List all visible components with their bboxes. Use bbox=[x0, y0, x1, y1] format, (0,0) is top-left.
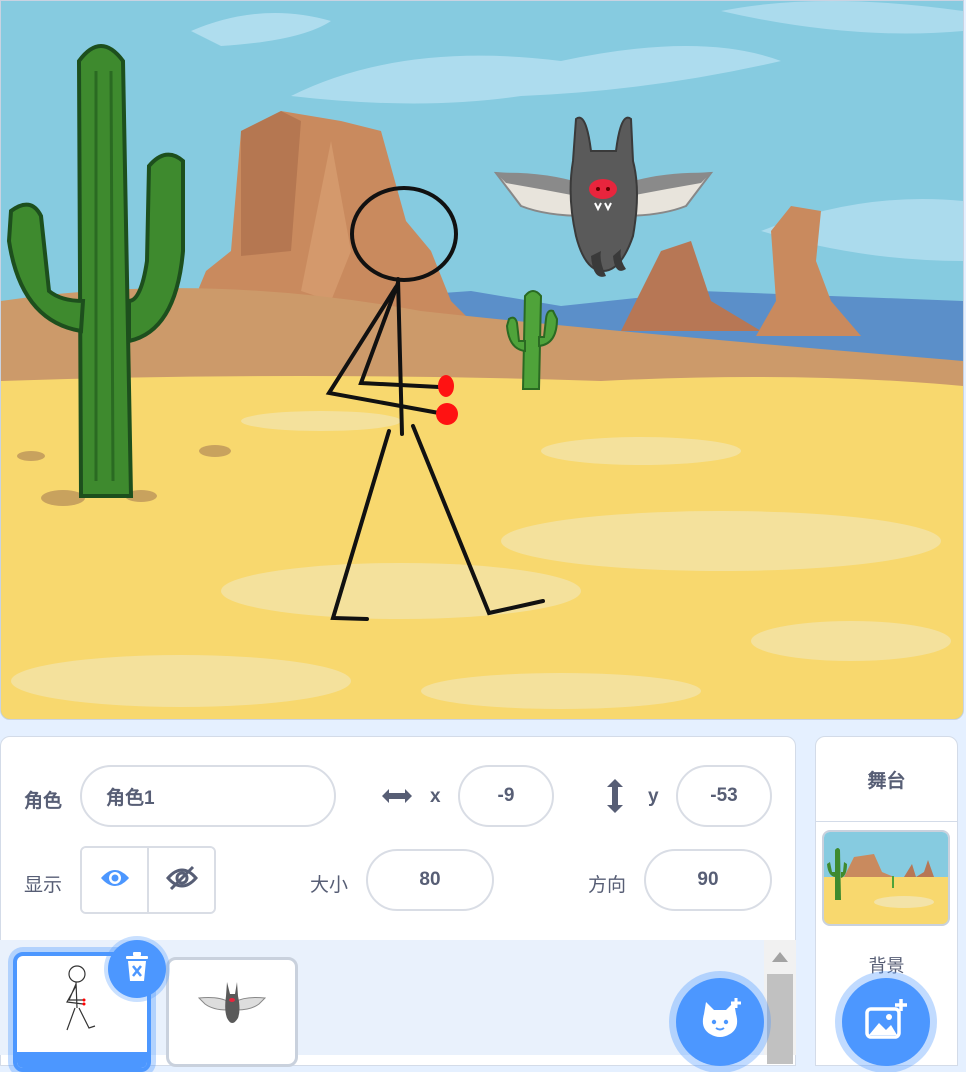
x-position-input[interactable]: -9 bbox=[458, 765, 554, 827]
sprite-label: 角色 bbox=[24, 791, 63, 812]
bat-thumbnail bbox=[197, 982, 267, 1023]
show-label: 显示 bbox=[24, 875, 63, 896]
move-horizontal-icon bbox=[380, 786, 414, 811]
cat-add-icon bbox=[696, 997, 744, 1047]
sprite-list-scrollbar[interactable] bbox=[764, 940, 796, 1064]
sprite-name-input[interactable]: 角色1 bbox=[80, 765, 336, 827]
scroll-thumb[interactable] bbox=[767, 974, 793, 1064]
stage-backdrop-thumbnail[interactable] bbox=[822, 830, 950, 926]
scroll-up-arrow-icon[interactable] bbox=[772, 952, 788, 962]
image-add-icon bbox=[863, 998, 909, 1046]
size-input[interactable]: 80 bbox=[366, 849, 494, 911]
stage-title: 舞台 bbox=[816, 737, 957, 822]
add-backdrop-button[interactable] bbox=[842, 978, 930, 1066]
delete-sprite-button[interactable] bbox=[108, 940, 166, 998]
add-sprite-button[interactable] bbox=[676, 978, 764, 1066]
backdrops-label: 背景 bbox=[868, 956, 905, 976]
sprite-tile-bat[interactable] bbox=[166, 957, 298, 1067]
visibility-toggle bbox=[80, 846, 216, 914]
show-sprite-button[interactable] bbox=[82, 848, 147, 912]
y-label: y bbox=[648, 786, 659, 807]
x-label: x bbox=[430, 786, 441, 807]
eye-slash-icon bbox=[165, 865, 198, 896]
eye-icon bbox=[99, 867, 131, 894]
size-label: 大小 bbox=[310, 875, 349, 896]
hide-sprite-button[interactable] bbox=[147, 848, 214, 912]
move-vertical-icon bbox=[605, 778, 625, 819]
direction-label: 方向 bbox=[588, 875, 627, 896]
selected-sprite-bar bbox=[17, 1052, 147, 1068]
stage-canvas[interactable] bbox=[0, 0, 964, 720]
direction-input[interactable]: 90 bbox=[644, 849, 772, 911]
trash-icon bbox=[123, 951, 151, 988]
y-position-input[interactable]: -53 bbox=[676, 765, 772, 827]
